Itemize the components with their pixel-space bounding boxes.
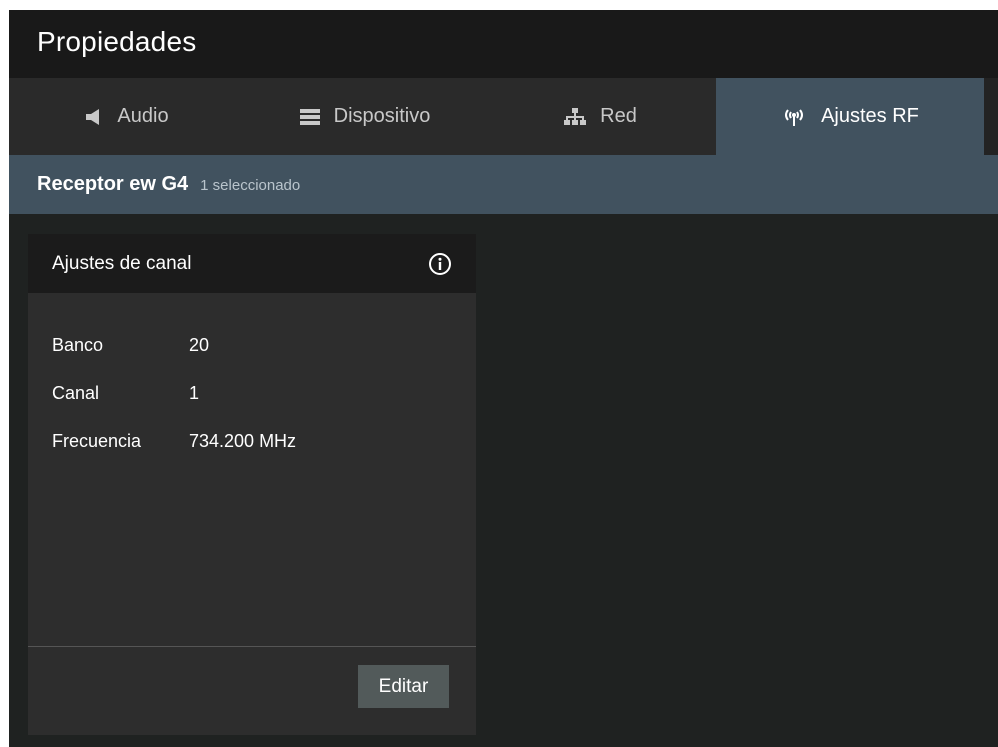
selection-header: Receptor ew G4 1 seleccionado xyxy=(9,155,998,214)
network-icon xyxy=(564,107,587,126)
tab-label: Red xyxy=(600,105,637,127)
property-label: Frecuencia xyxy=(52,431,142,451)
properties-window: Propiedades Audio Dispositivo Red Ajuste… xyxy=(9,10,998,747)
card-divider xyxy=(28,646,476,647)
edit-button[interactable]: Editar xyxy=(358,665,449,708)
tab-bar-end xyxy=(984,78,998,155)
tab-audio[interactable]: Audio xyxy=(9,78,245,155)
antenna-icon xyxy=(781,107,807,127)
info-icon[interactable] xyxy=(428,252,452,276)
property-row-frecuencia: Frecuencia 734.200 MHz xyxy=(52,431,296,452)
window-title: Propiedades xyxy=(37,26,197,57)
selection-count: 1 seleccionado xyxy=(200,177,301,194)
channel-settings-card: Ajustes de canal Banco 20 Canal 1 Frecuenc… xyxy=(28,234,476,735)
property-value: 1 xyxy=(189,383,200,403)
tab-ajustes-rf[interactable]: Ajustes RF xyxy=(716,78,984,155)
property-value: 20 xyxy=(189,335,210,355)
card-title: Ajustes de canal xyxy=(52,253,192,274)
property-label: Banco xyxy=(52,335,104,355)
property-value: 734.200 MHz xyxy=(189,431,297,451)
card-header: Ajustes de canal xyxy=(28,234,476,293)
property-row-banco: Banco 20 xyxy=(52,335,209,356)
tab-label: Ajustes RF xyxy=(821,105,919,127)
device-icon xyxy=(299,108,320,125)
tab-bar: Audio Dispositivo Red Ajustes RF xyxy=(9,78,998,155)
device-name: Receptor ew G4 xyxy=(37,173,189,195)
title-bar: Propiedades xyxy=(9,10,998,78)
tab-label: Dispositivo xyxy=(333,105,431,127)
tab-label: Audio xyxy=(117,105,169,127)
property-label: Canal xyxy=(52,383,100,403)
property-row-canal: Canal 1 xyxy=(52,383,199,404)
speaker-icon xyxy=(85,108,103,126)
tab-red[interactable]: Red xyxy=(485,78,716,155)
tab-dispositivo[interactable]: Dispositivo xyxy=(245,78,485,155)
